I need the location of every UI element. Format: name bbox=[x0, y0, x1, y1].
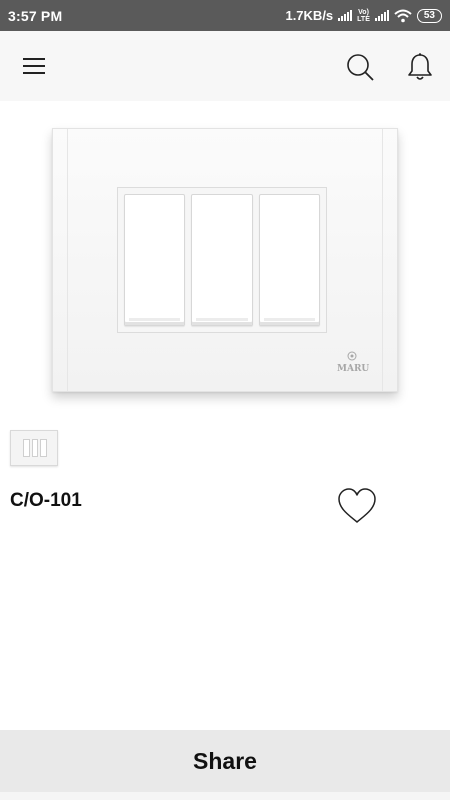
thumbnail-switch-image bbox=[23, 439, 48, 457]
menu-icon[interactable] bbox=[18, 53, 52, 79]
share-button-label: Share bbox=[193, 747, 257, 774]
heart-icon[interactable] bbox=[336, 486, 378, 526]
network-speed: 1.7KB/s bbox=[285, 8, 334, 23]
share-button[interactable]: Share bbox=[0, 730, 450, 792]
volte-top-text: Vo) bbox=[358, 8, 369, 16]
app-bar bbox=[0, 31, 450, 101]
search-icon[interactable] bbox=[344, 51, 376, 83]
wifi-icon bbox=[394, 9, 412, 22]
brand-logo: MARU bbox=[337, 351, 370, 375]
battery-indicator: 53 bbox=[416, 8, 442, 23]
plate-edge bbox=[67, 129, 68, 391]
brand-logo-text: MARU bbox=[337, 364, 370, 374]
product-thumbnail[interactable] bbox=[10, 430, 58, 466]
signal-icon-2 bbox=[374, 10, 389, 21]
brand-emblem-icon bbox=[347, 351, 357, 361]
bottom-strip bbox=[0, 792, 450, 800]
plate-edge bbox=[382, 129, 383, 391]
status-bar: 3:57 PM 1.7KB/s Vo) LTE 53 bbox=[0, 0, 450, 31]
signal-icon bbox=[338, 10, 353, 21]
volte-icon: Vo) LTE bbox=[357, 9, 370, 23]
status-time: 3:57 PM bbox=[8, 7, 63, 24]
volte-bottom-text: LTE bbox=[357, 15, 370, 23]
switch-module-frame bbox=[117, 187, 327, 333]
rocker-switch bbox=[191, 194, 253, 326]
product-code: C/O-101 bbox=[10, 490, 82, 511]
rocker-switch bbox=[124, 194, 186, 326]
rocker-switch bbox=[258, 194, 320, 326]
status-indicators: 1.7KB/s Vo) LTE 53 bbox=[285, 8, 442, 23]
product-image[interactable]: MARU bbox=[52, 128, 398, 392]
bell-icon[interactable] bbox=[404, 51, 436, 83]
